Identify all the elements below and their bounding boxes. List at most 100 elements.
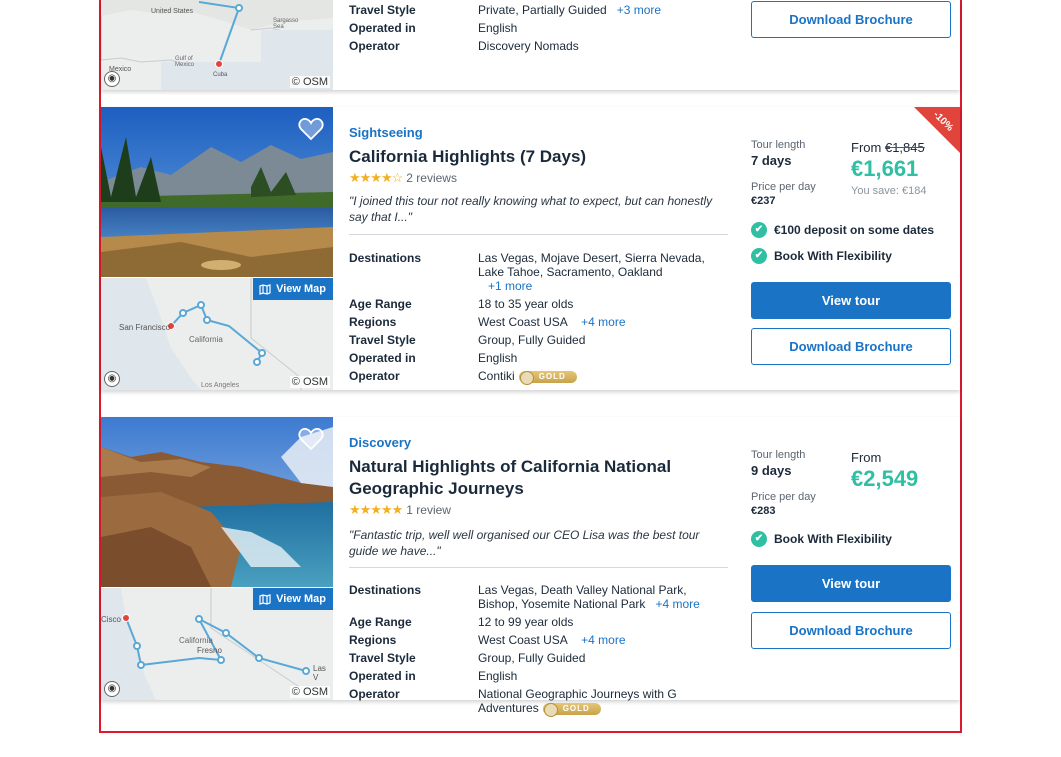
feature-label: €100 deposit on some dates bbox=[774, 223, 935, 237]
osm-attribution[interactable]: © OSM bbox=[289, 376, 330, 388]
row-key: Age Range bbox=[349, 297, 412, 311]
price-per-day-value: €237 bbox=[751, 195, 776, 207]
current-price: €1,661 bbox=[851, 156, 919, 181]
check-circle-icon: ✔ bbox=[751, 531, 767, 547]
old-price: €1,845 bbox=[884, 140, 925, 155]
row-value-text: Private, Partially Guided bbox=[478, 3, 607, 17]
row-value: National Geographic Journeys with G Adve… bbox=[478, 687, 693, 717]
map-logo-icon: ◉ bbox=[104, 71, 120, 87]
more-link[interactable]: +1 more bbox=[488, 279, 532, 293]
reviews-count: 1 review bbox=[406, 503, 451, 517]
tour-photo[interactable] bbox=[101, 107, 333, 277]
tour-length-label: Tour length bbox=[751, 139, 806, 151]
review-quote: "I joined this tour not really knowing w… bbox=[349, 194, 713, 224]
feature-label: Book With Flexibility bbox=[774, 532, 892, 546]
row-value: Discovery Nomads bbox=[478, 39, 579, 53]
rating[interactable]: ★★★★★ 1 review bbox=[349, 502, 719, 518]
tour-title[interactable]: California Highlights (7 Days) bbox=[349, 146, 719, 168]
map-label: Cuba bbox=[213, 72, 228, 78]
check-circle-icon: ✔ bbox=[751, 248, 767, 264]
tour-length-label: Tour length bbox=[751, 449, 806, 461]
view-map-button[interactable]: View Map bbox=[253, 588, 333, 610]
current-price: €2,549 bbox=[851, 466, 919, 491]
osm-attribution[interactable]: © OSM bbox=[289, 76, 330, 88]
feature-flexibility: ✔ Book With Flexibility bbox=[751, 248, 892, 264]
tour-photo[interactable] bbox=[101, 417, 333, 587]
row-value: English bbox=[478, 669, 518, 683]
review-quote: "Fantastic trip, well well organised our… bbox=[349, 528, 700, 558]
tour-card: United States Mexico Gulf of Mexico Sarg… bbox=[101, 0, 960, 90]
osm-attribution[interactable]: © OSM bbox=[289, 686, 330, 698]
row-value: English bbox=[478, 351, 518, 365]
gold-badge: GOLD bbox=[542, 702, 601, 717]
price-per-day-label: Price per day bbox=[751, 181, 816, 193]
row-key: Operator bbox=[349, 687, 400, 701]
tour-map[interactable]: United States Mexico Gulf of Mexico Sarg… bbox=[101, 0, 333, 90]
you-save: You save: €184 bbox=[851, 185, 927, 197]
feature-deposit: ✔ €100 deposit on some dates bbox=[751, 222, 934, 238]
row-value: West Coast USA +4 more bbox=[478, 315, 718, 329]
row-value: English bbox=[478, 21, 518, 35]
view-map-label: View Map bbox=[276, 283, 326, 295]
map-label: Las V bbox=[313, 664, 326, 682]
more-link[interactable]: +4 more bbox=[655, 597, 699, 611]
map-label: Sargasso Sea bbox=[273, 18, 299, 30]
row-value: Las Vegas, Death Valley National Park, B… bbox=[478, 583, 713, 611]
gold-badge: GOLD bbox=[518, 370, 577, 385]
view-map-button[interactable]: View Map bbox=[253, 278, 333, 300]
tour-map[interactable]: Cisco California Fresno Las V View Map ◉… bbox=[101, 588, 333, 700]
map-label: San Francisco bbox=[119, 323, 171, 332]
row-key: Operated in bbox=[349, 21, 416, 35]
row-key: Destinations bbox=[349, 251, 422, 265]
row-key: Operated in bbox=[349, 351, 416, 365]
tour-length-value: 7 days bbox=[751, 153, 792, 168]
row-key: Regions bbox=[349, 633, 397, 647]
download-brochure-button[interactable]: Download Brochure bbox=[751, 328, 951, 365]
row-value-text: West Coast USA bbox=[478, 633, 568, 647]
more-link[interactable]: +3 more bbox=[617, 3, 661, 17]
row-value: Group, Fully Guided bbox=[478, 333, 586, 347]
map-label: Cisco bbox=[101, 615, 122, 624]
more-link[interactable]: +4 more bbox=[581, 315, 625, 329]
tour-title[interactable]: Natural Highlights of California Nationa… bbox=[349, 456, 719, 500]
view-tour-button[interactable]: View tour bbox=[751, 565, 951, 602]
price-per-day-value: €283 bbox=[751, 505, 776, 517]
row-key: Regions bbox=[349, 315, 397, 329]
view-tour-button[interactable]: View tour bbox=[751, 282, 951, 319]
row-value: Las Vegas, Mojave Desert, Sierra Nevada,… bbox=[478, 251, 718, 293]
divider bbox=[349, 234, 728, 235]
feature-flexibility: ✔ Book With Flexibility bbox=[751, 531, 892, 547]
download-brochure-button[interactable]: Download Brochure bbox=[751, 1, 951, 38]
price-per-day-label: Price per day bbox=[751, 491, 816, 503]
tour-category[interactable]: Discovery bbox=[349, 435, 719, 450]
heart-icon[interactable] bbox=[298, 427, 324, 451]
map-logo-icon: ◉ bbox=[104, 681, 120, 697]
from-label: From bbox=[851, 140, 882, 155]
row-value: 18 to 35 year olds bbox=[478, 297, 574, 311]
map-label: Los Angeles bbox=[201, 382, 240, 389]
row-value: Private, Partially Guided +3 more bbox=[478, 3, 718, 17]
tour-card: Cisco California Fresno Las V View Map ◉… bbox=[101, 417, 960, 717]
feature-label: Book With Flexibility bbox=[774, 249, 892, 263]
row-key: Travel Style bbox=[349, 333, 416, 347]
map-label: California bbox=[189, 335, 223, 344]
from-price: From €1,845 bbox=[851, 140, 951, 155]
map-label: Fresno bbox=[197, 646, 222, 655]
row-key: Operator bbox=[349, 369, 400, 383]
map-label: Gulf of Mexico bbox=[175, 56, 195, 68]
tour-summary: Discovery Natural Highlights of Californ… bbox=[349, 435, 719, 559]
row-value: West Coast USA +4 more bbox=[478, 633, 718, 647]
row-key: Travel Style bbox=[349, 651, 416, 665]
heart-icon[interactable] bbox=[298, 117, 324, 141]
star-icon: ★★★★☆ bbox=[349, 170, 403, 185]
tour-category[interactable]: Sightseeing bbox=[349, 125, 719, 140]
map-logo-icon: ◉ bbox=[104, 371, 120, 387]
row-value: Group, Fully Guided bbox=[478, 651, 586, 665]
tour-map[interactable]: San Francisco California Nevada Los Ange… bbox=[101, 278, 333, 390]
operator-name[interactable]: Contiki bbox=[478, 369, 515, 383]
reviews-count: 2 reviews bbox=[406, 171, 457, 185]
download-brochure-button[interactable]: Download Brochure bbox=[751, 612, 951, 649]
divider bbox=[349, 567, 728, 568]
rating[interactable]: ★★★★☆ 2 reviews bbox=[349, 170, 719, 186]
more-link[interactable]: +4 more bbox=[581, 633, 625, 647]
